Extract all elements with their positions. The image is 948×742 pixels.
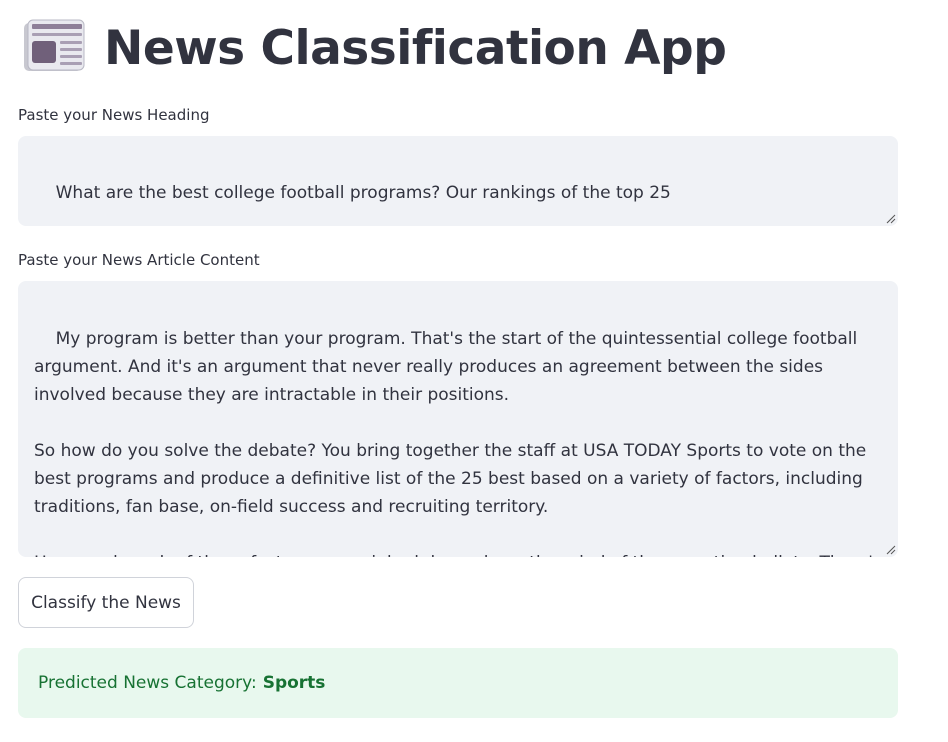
app-page: News Classification App Paste your News … — [0, 0, 948, 742]
news-heading-value: What are the best college football progr… — [55, 183, 671, 203]
heading-field-label: Paste your News Heading — [18, 106, 210, 124]
resize-handle-icon[interactable] — [884, 543, 896, 555]
resize-handle-icon[interactable] — [884, 212, 896, 224]
predicted-category: Sports — [262, 673, 326, 693]
prediction-alert: Predicted News Category: Sports — [18, 648, 898, 718]
classify-button[interactable]: Classify the News — [18, 577, 194, 628]
title-row: News Classification App — [22, 16, 727, 80]
news-content-input[interactable]: My program is better than your program. … — [18, 281, 898, 557]
page-title: News Classification App — [104, 20, 727, 76]
prediction-prefix: Predicted News Category: — [38, 673, 257, 693]
news-heading-input[interactable]: What are the best college football progr… — [18, 136, 898, 226]
news-content-value: My program is better than your program. … — [34, 329, 882, 557]
newspaper-icon — [22, 17, 104, 79]
content-field-label: Paste your News Article Content — [18, 251, 260, 269]
